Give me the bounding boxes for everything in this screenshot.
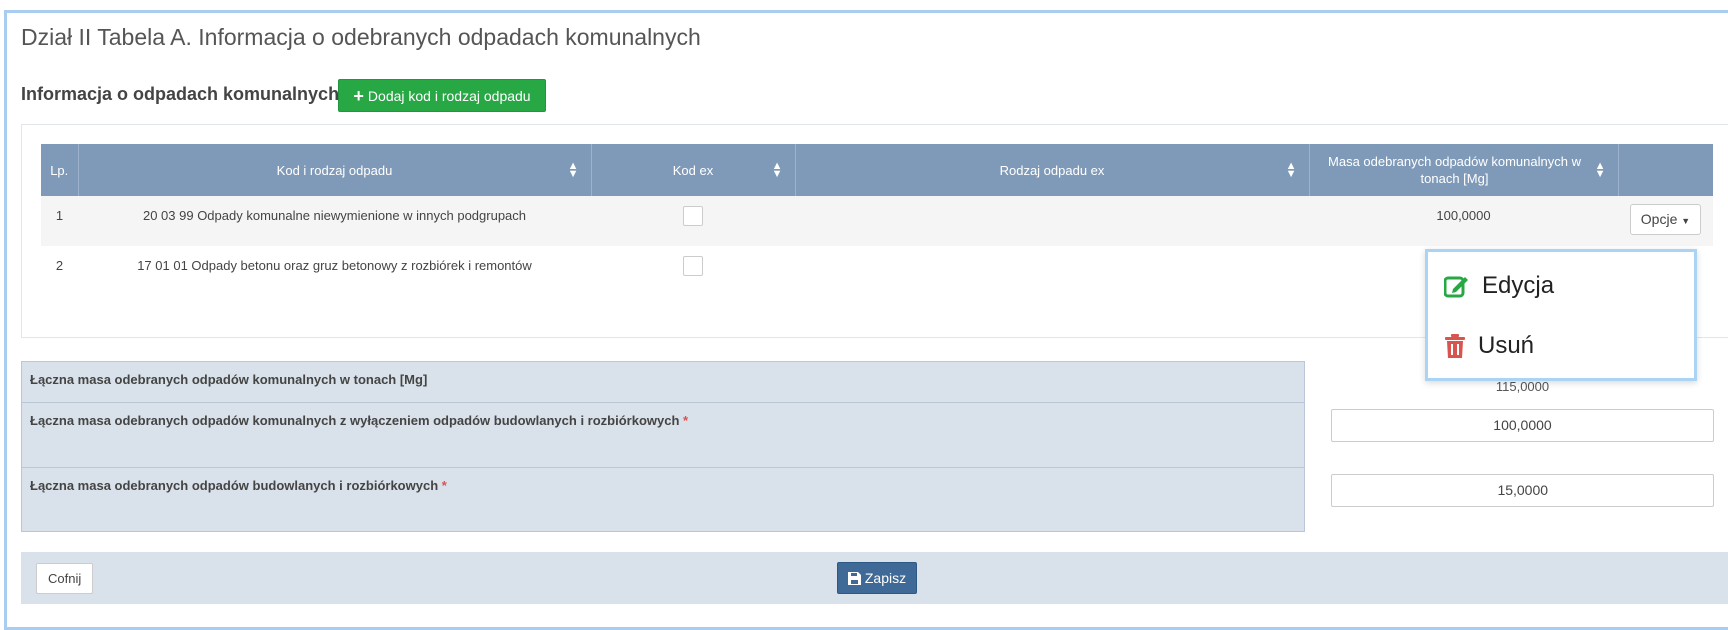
- header-rodzaj-ex[interactable]: Rodzaj odpadu ex ▲▼: [795, 144, 1309, 196]
- summary-table: Łączna masa odebranych odpadów komunalny…: [21, 361, 1728, 532]
- form-footer: Cofnij Zapisz: [21, 552, 1728, 604]
- save-button[interactable]: Zapisz: [837, 562, 917, 594]
- header-lp: Lp.: [41, 144, 78, 196]
- plus-icon: +: [353, 87, 364, 105]
- caret-down-icon: ▼: [1681, 216, 1690, 226]
- floppy-icon: [848, 572, 861, 585]
- row-masa: 100,0000: [1309, 196, 1618, 246]
- header-kod[interactable]: Kod i rodzaj odpadu ▲▼: [78, 144, 591, 196]
- sort-icon: ▲▼: [1595, 162, 1606, 178]
- sort-icon: ▲▼: [568, 162, 579, 178]
- row-kod: 20 03 99 Odpady komunalne niewymienione …: [78, 196, 591, 246]
- trash-icon: [1444, 333, 1466, 359]
- page-title: Dział II Tabela A. Informacja o odebrany…: [21, 24, 701, 51]
- save-label: Zapisz: [865, 570, 906, 586]
- delete-label: Usuń: [1478, 332, 1534, 360]
- kod-ex-checkbox[interactable]: [683, 256, 703, 276]
- back-button[interactable]: Cofnij: [36, 563, 93, 594]
- header-kod-ex[interactable]: Kod ex ▲▼: [591, 144, 795, 196]
- edit-menu-item[interactable]: Edycja: [1444, 272, 1554, 300]
- row-rodzaj-ex: [795, 246, 1309, 296]
- edit-icon: [1444, 274, 1470, 298]
- delete-menu-item[interactable]: Usuń: [1444, 332, 1534, 360]
- build-mass-label: Łączna masa odebranych odpadów budowlany…: [22, 468, 1305, 532]
- sort-icon: ▲▼: [772, 162, 783, 178]
- options-dropdown-menu: Edycja Usuń: [1425, 249, 1697, 381]
- excl-mass-label: Łączna masa odebranych odpadów komunalny…: [22, 403, 1305, 468]
- table-row: 1 20 03 99 Odpady komunalne niewymienion…: [41, 196, 1713, 246]
- header-actions: [1618, 144, 1713, 196]
- row-lp: 1: [41, 196, 78, 246]
- sort-icon: ▲▼: [1286, 162, 1297, 178]
- kod-ex-checkbox[interactable]: [683, 206, 703, 226]
- required-mark: *: [442, 478, 447, 493]
- total-mass-label: Łączna masa odebranych odpadów komunalny…: [22, 362, 1305, 403]
- add-waste-code-label: Dodaj kod i rodzaj odpadu: [368, 88, 531, 104]
- header-masa[interactable]: Masa odebranych odpadów komunalnych wton…: [1309, 144, 1618, 196]
- row-rodzaj-ex: [795, 196, 1309, 246]
- options-button[interactable]: Opcje ▼: [1630, 204, 1701, 235]
- edit-label: Edycja: [1482, 272, 1554, 300]
- section-title: Informacja o odpadach komunalnych: [21, 84, 339, 105]
- row-kod: 17 01 01 Odpady betonu oraz gruz betonow…: [78, 246, 591, 296]
- build-mass-input[interactable]: [1331, 474, 1714, 507]
- excl-mass-input[interactable]: [1331, 409, 1714, 442]
- row-lp: 2: [41, 246, 78, 296]
- add-waste-code-button[interactable]: + Dodaj kod i rodzaj odpadu: [338, 79, 546, 112]
- required-mark: *: [683, 413, 688, 428]
